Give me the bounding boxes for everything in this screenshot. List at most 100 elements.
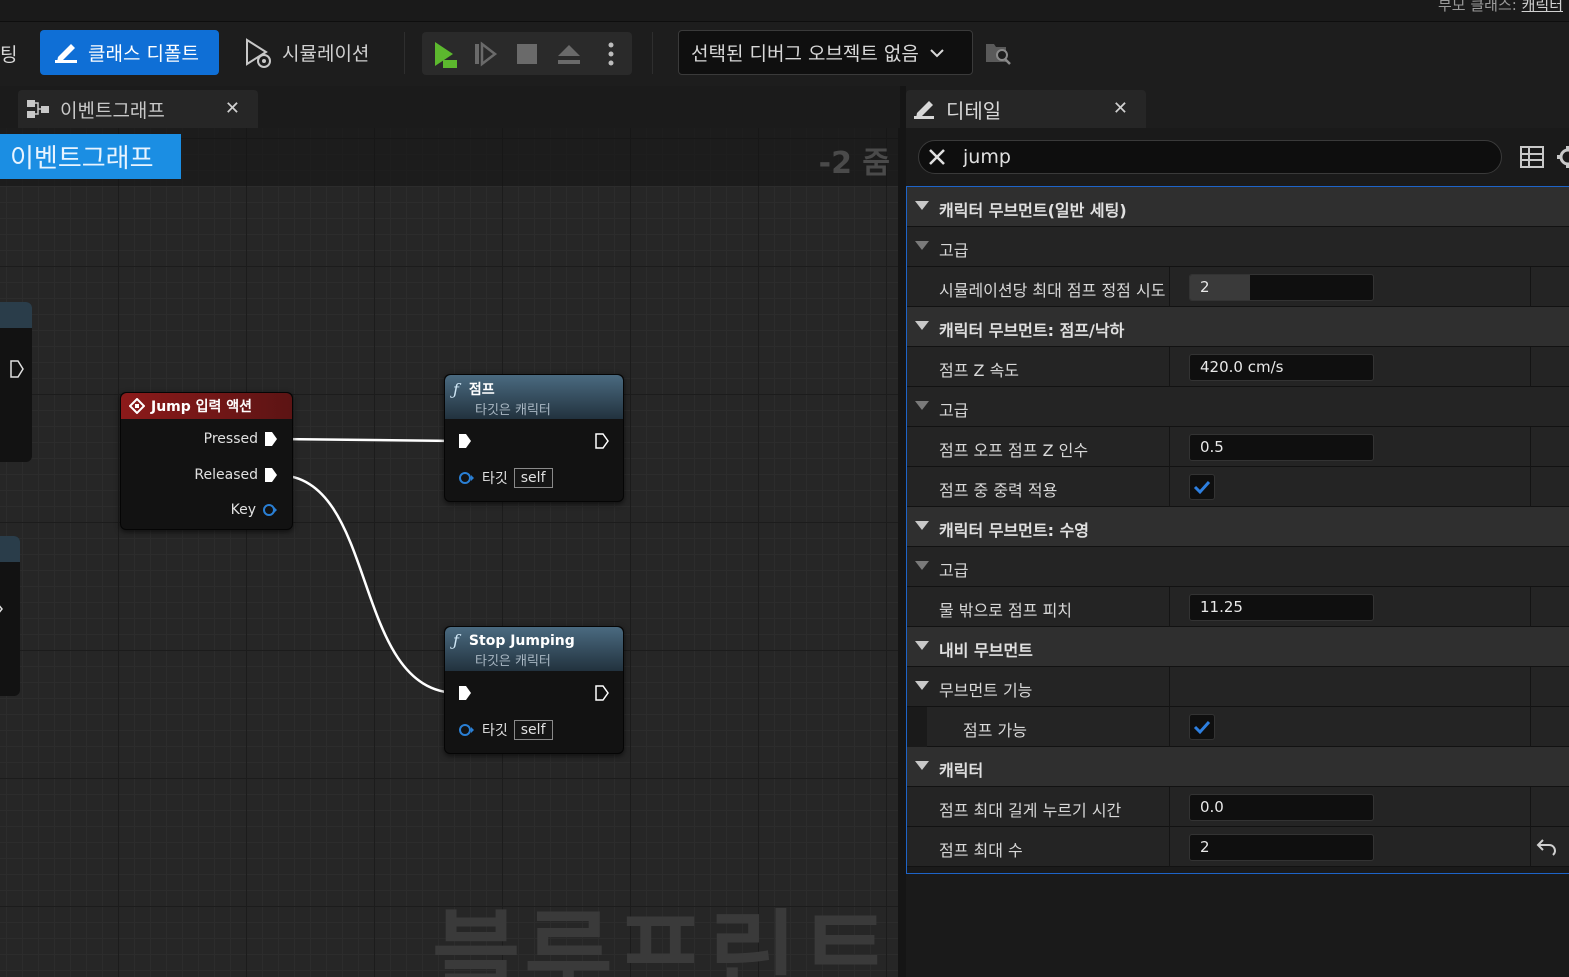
category-jump-falling[interactable]: 캐릭터 무브먼트: 점프/낙하 [907, 307, 1569, 347]
close-icon[interactable]: ✕ [225, 98, 240, 119]
prop-jump-max-count: 점프 최대 수 2 [907, 827, 1569, 867]
eject-button[interactable] [548, 32, 590, 75]
category-label: 캐릭터 무브먼트: 수영 [939, 521, 1090, 540]
pin-label: Released [194, 467, 258, 483]
exec-in-pin-icon[interactable] [458, 685, 472, 701]
exec-wire-pressed [276, 437, 459, 443]
pin-target[interactable]: 타깃 self [458, 468, 553, 488]
property-label: 점프 Z 속도 [939, 361, 1020, 380]
parent-class-link[interactable]: 캐릭터 [1522, 0, 1563, 14]
find-in-world-icon [986, 44, 1011, 65]
node-title: 점프 [468, 382, 495, 398]
class-defaults-label: 클래스 디폴트 [88, 43, 199, 65]
pin-released[interactable]: Released [194, 467, 278, 483]
settings-button[interactable] [1556, 145, 1569, 173]
category-label: 내비 무브먼트 [939, 641, 1033, 660]
column-divider [1530, 587, 1531, 627]
clear-search-icon[interactable] [927, 147, 947, 167]
subcategory-advanced[interactable]: 고급 [907, 227, 1569, 267]
more-icon [608, 42, 614, 65]
play-controls [422, 32, 632, 75]
node-header: ƒ Stop Jumping 타깃은 캐릭터 [445, 627, 623, 671]
numeric-field[interactable]: 2 [1189, 274, 1374, 301]
table-icon [1520, 146, 1544, 168]
tab-event-graph[interactable]: 이벤트그래프 ✕ [18, 90, 258, 128]
pencil-icon [55, 43, 77, 63]
property-matrix-button[interactable] [1520, 146, 1544, 172]
play-button[interactable] [422, 32, 464, 75]
parent-class-info: 부모 클래스: 캐릭터 [1438, 0, 1563, 15]
stop-button[interactable] [506, 32, 548, 75]
more-options-button[interactable] [590, 32, 632, 75]
column-divider [1169, 787, 1170, 827]
reset-to-default-button[interactable] [1535, 837, 1557, 861]
class-defaults-button[interactable]: 클래스 디폴트 [40, 30, 219, 75]
property-label: 점프 최대 길게 누르기 시간 [939, 801, 1122, 820]
exec-out-pin-icon[interactable] [595, 433, 609, 449]
tab-details[interactable]: 디테일 ✕ [906, 90, 1146, 128]
category-character-movement-general[interactable]: 캐릭터 무브먼트(일반 세팅) [907, 187, 1569, 227]
node-title: Stop Jumping [468, 632, 575, 649]
field-value: 0.5 [1200, 438, 1224, 456]
expand-arrow-icon [915, 401, 929, 410]
node-subtitle: 타깃은 캐릭터 [475, 403, 551, 418]
pin-key[interactable]: Key [231, 502, 278, 518]
title-strip: 부모 클래스: 캐릭터 [0, 0, 1569, 22]
parent-class-label: 부모 클래스: [1437, 0, 1517, 14]
numeric-field[interactable]: 0.0 [1189, 794, 1374, 821]
step-button[interactable] [464, 32, 506, 75]
expand-arrow-icon [915, 561, 929, 570]
node-subtitle: 타깃은 캐릭터 [475, 654, 551, 669]
simulation-button[interactable]: 시뮬레이션 [238, 30, 388, 75]
checkmark-icon [1193, 480, 1211, 495]
numeric-field[interactable]: 0.5 [1189, 434, 1374, 461]
column-divider [1169, 827, 1170, 867]
jump-function-node[interactable]: ƒ 점프 타깃은 캐릭터 타깃 self [444, 374, 624, 502]
target-self-field[interactable]: self [513, 468, 553, 488]
column-divider [1169, 267, 1170, 307]
numeric-field[interactable]: 11.25 [1189, 594, 1374, 621]
toolbar-separator [652, 32, 653, 74]
exec-wire-released [276, 473, 459, 695]
column-divider [1530, 707, 1531, 747]
search-input[interactable] [963, 146, 1443, 168]
prop-can-jump: 점프 가능 [907, 707, 1569, 747]
checkbox[interactable] [1189, 714, 1215, 740]
toolbar-truncated-label[interactable]: 팅 [0, 40, 17, 67]
event-graph-canvas[interactable]: 이벤트그래프 -2 줌 블루프린트 Jump 입력 액션 Pressed Rel… [0, 128, 898, 977]
debug-object-label: 선택된 디버그 오브젝트 없음 [691, 43, 919, 65]
category-movement-capabilities[interactable]: 무브먼트 기능 [907, 667, 1569, 707]
subcategory-advanced[interactable]: 고급 [907, 387, 1569, 427]
subcategory-label: 고급 [939, 401, 969, 420]
debug-object-dropdown[interactable]: 선택된 디버그 오브젝트 없음 [678, 30, 973, 75]
numeric-field[interactable]: 2 [1189, 834, 1374, 861]
debug-find-button[interactable] [984, 38, 1012, 70]
expand-arrow-icon [915, 761, 929, 770]
jump-input-action-node[interactable]: Jump 입력 액션 Pressed Released Key [120, 392, 293, 530]
exec-in-pin-icon[interactable] [458, 433, 472, 449]
close-icon[interactable]: ✕ [1113, 98, 1128, 119]
details-search [918, 140, 1502, 174]
numeric-field[interactable]: 420.0 cm/s [1189, 354, 1374, 381]
tab-label: 이벤트그래프 [60, 99, 165, 122]
column-divider [1530, 667, 1531, 707]
expand-arrow-icon [915, 321, 929, 330]
property-label: 점프 최대 수 [939, 841, 1023, 860]
subcategory-advanced[interactable]: 고급 [907, 547, 1569, 587]
checkbox[interactable] [1189, 474, 1215, 500]
function-icon: ƒ [453, 379, 459, 399]
category-swimming[interactable]: 캐릭터 무브먼트: 수영 [907, 507, 1569, 547]
pin-pressed[interactable]: Pressed [204, 431, 278, 447]
pin-label: 타깃 [482, 471, 508, 487]
stop-jumping-function-node[interactable]: ƒ Stop Jumping 타깃은 캐릭터 타깃 self [444, 626, 624, 754]
target-self-field[interactable]: self [513, 720, 553, 740]
column-divider [1530, 347, 1531, 387]
pin-label: Key [230, 502, 256, 518]
exec-out-pin-icon[interactable] [595, 685, 609, 701]
pin-target[interactable]: 타깃 self [458, 720, 553, 740]
category-character[interactable]: 캐릭터 [907, 747, 1569, 787]
property-label: 물 밖으로 점프 피치 [939, 601, 1073, 620]
field-value: 11.25 [1200, 598, 1243, 616]
category-nav-movement[interactable]: 내비 무브먼트 [907, 627, 1569, 667]
node-header: Jump 입력 액션 [121, 393, 292, 419]
